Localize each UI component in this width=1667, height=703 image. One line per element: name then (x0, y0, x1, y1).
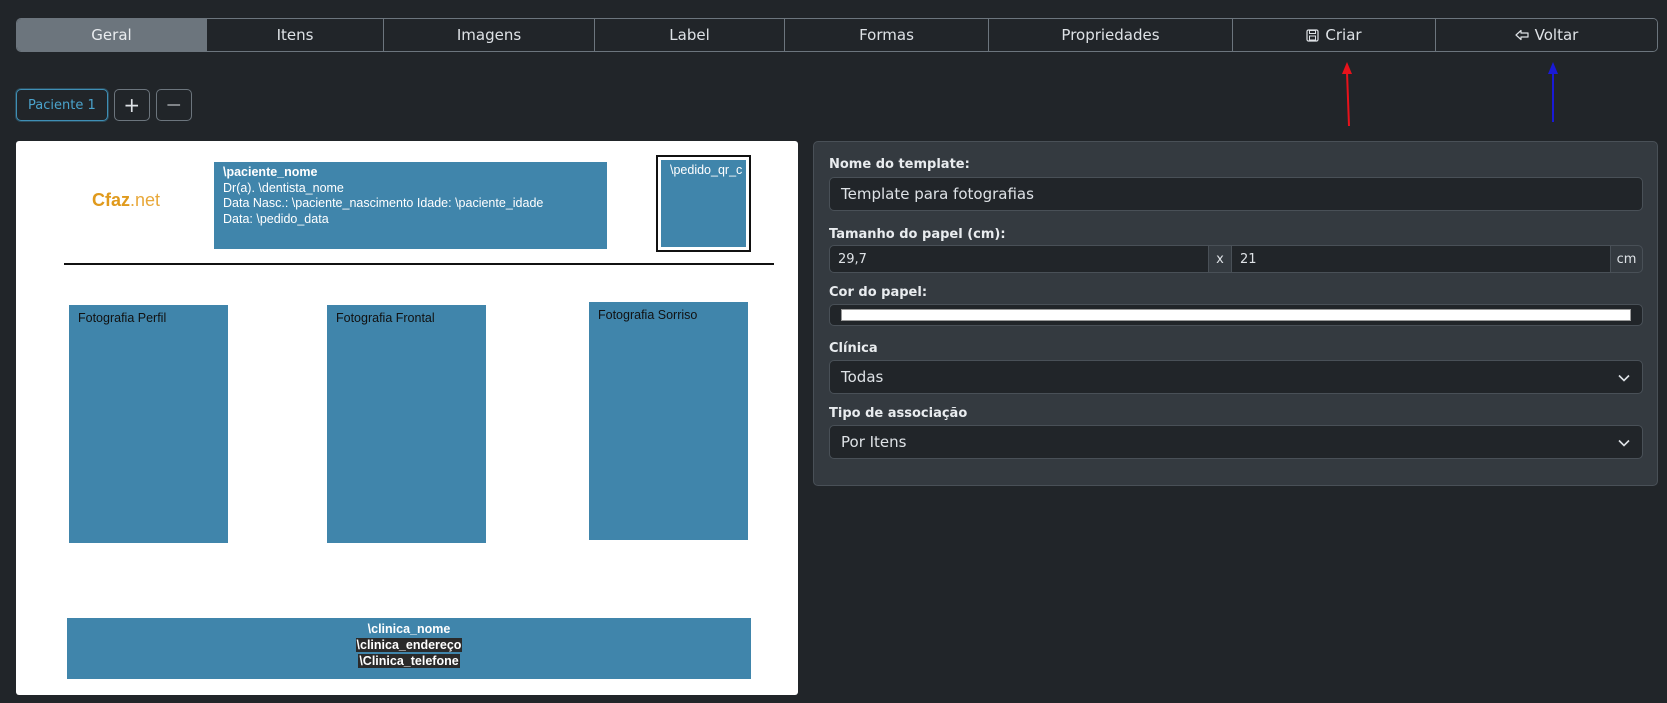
paper-size-separator: x (1209, 245, 1231, 273)
save-icon (1306, 28, 1320, 42)
tab-label-label: Label (669, 26, 710, 44)
paper-color-label: Cor do papel: (829, 285, 928, 300)
template-name-value: Template para fotografias (841, 185, 1034, 203)
remove-page-button[interactable]: — (155, 89, 192, 121)
patient-info-block[interactable]: \paciente_nome Dr(a). \dentista_nome Dat… (214, 162, 607, 249)
chevron-down-icon (1618, 368, 1630, 386)
clinic-footer-text: \clinica_nome \clinica_endereço \Clinica… (67, 621, 751, 669)
clinic-select-value: Todas (841, 368, 884, 386)
criar-button[interactable]: Criar (1233, 19, 1436, 51)
tab-formas[interactable]: Formas (785, 19, 989, 51)
paper-color-picker[interactable] (829, 304, 1643, 326)
tab-imagens[interactable]: Imagens (384, 19, 595, 51)
header-divider (64, 263, 774, 265)
add-page-button[interactable]: + (113, 89, 150, 121)
footer-line-2: \clinica_endereço (355, 638, 463, 652)
plus-icon: + (123, 93, 141, 117)
chevron-down-icon (1618, 433, 1630, 451)
paper-width-value: 29,7 (838, 251, 867, 267)
tab-propriedades-label: Propriedades (1061, 26, 1160, 44)
clinic-select[interactable]: Todas (829, 360, 1643, 394)
minus-icon: — (166, 97, 181, 113)
photo-profile-block[interactable]: Fotografia Perfil (69, 305, 228, 543)
paper-size-label: Tamanho do papel (cm): (829, 227, 1006, 242)
association-select[interactable]: Por Itens (829, 425, 1643, 459)
photo-frontal-label: Fotografia Frontal (336, 311, 435, 325)
photo-smile-label: Fotografia Sorriso (598, 308, 698, 322)
photo-profile-label: Fotografia Perfil (78, 311, 167, 325)
association-select-value: Por Itens (841, 433, 907, 451)
logo: Cfaz.net (92, 190, 161, 210)
back-arrow-icon (1515, 29, 1529, 41)
paper-size-group: 29,7 x 21 cm (829, 245, 1643, 273)
paper-width-input[interactable]: 29,7 (829, 245, 1209, 273)
footer-line-3: \Clinica_telefone (358, 654, 460, 668)
page-tab-paciente-1[interactable]: Paciente 1 (16, 89, 108, 121)
qr-code-block: \pedido_qr_c (661, 160, 746, 247)
top-tab-bar: Geral Itens Imagens Label Formas Proprie… (16, 18, 1658, 52)
paper-color-swatch (841, 309, 1631, 321)
header-line-2: Dr(a). \dentista_nome (223, 180, 344, 195)
tab-itens[interactable]: Itens (207, 19, 384, 51)
photo-smile-block[interactable]: Fotografia Sorriso (589, 302, 748, 540)
tab-imagens-label: Imagens (456, 26, 522, 44)
paper-unit: cm (1611, 245, 1643, 273)
voltar-label: Voltar (1534, 26, 1579, 44)
page-controls: Paciente 1 + — (16, 89, 192, 121)
tab-itens-label: Itens (276, 26, 314, 44)
criar-label: Criar (1325, 26, 1362, 44)
photo-frontal-block[interactable]: Fotografia Frontal (327, 305, 486, 543)
paper-height-value: 21 (1240, 251, 1257, 267)
tab-geral-label: Geral (91, 26, 132, 44)
tab-label[interactable]: Label (595, 19, 785, 51)
clinic-label: Clínica (829, 341, 878, 356)
tab-geral[interactable]: Geral (17, 19, 207, 51)
footer-line-1: \clinica_nome (367, 622, 451, 636)
paper-height-input[interactable]: 21 (1231, 245, 1611, 273)
qr-code-frame[interactable]: \pedido_qr_c (656, 155, 751, 252)
qr-code-text: \pedido_qr_c (670, 163, 743, 177)
properties-panel: Nome do template: Template para fotograf… (813, 141, 1658, 486)
header-line-1: \paciente_nome (223, 165, 318, 179)
tab-propriedades[interactable]: Propriedades (989, 19, 1233, 51)
association-label: Tipo de associação (829, 406, 968, 421)
blue-arrow-annotation (1548, 62, 1558, 122)
header-line-3: Data Nasc.: \paciente_nascimento Idade: … (223, 196, 544, 210)
template-name-label: Nome do template: (829, 157, 970, 172)
tab-formas-label: Formas (859, 26, 914, 44)
page-tab-label: Paciente 1 (28, 97, 96, 113)
template-canvas[interactable]: Cfaz.net \paciente_nome Dr(a). \dentista… (16, 141, 798, 695)
template-name-input[interactable]: Template para fotografias (829, 177, 1643, 211)
red-arrow-annotation (1342, 62, 1352, 127)
header-line-4: Data: \pedido_data (223, 211, 329, 226)
voltar-button[interactable]: Voltar (1436, 19, 1657, 51)
patient-info-text: \paciente_nome Dr(a). \dentista_nome Dat… (223, 165, 543, 227)
clinic-footer-block[interactable]: \clinica_nome \clinica_endereço \Clinica… (67, 618, 751, 679)
